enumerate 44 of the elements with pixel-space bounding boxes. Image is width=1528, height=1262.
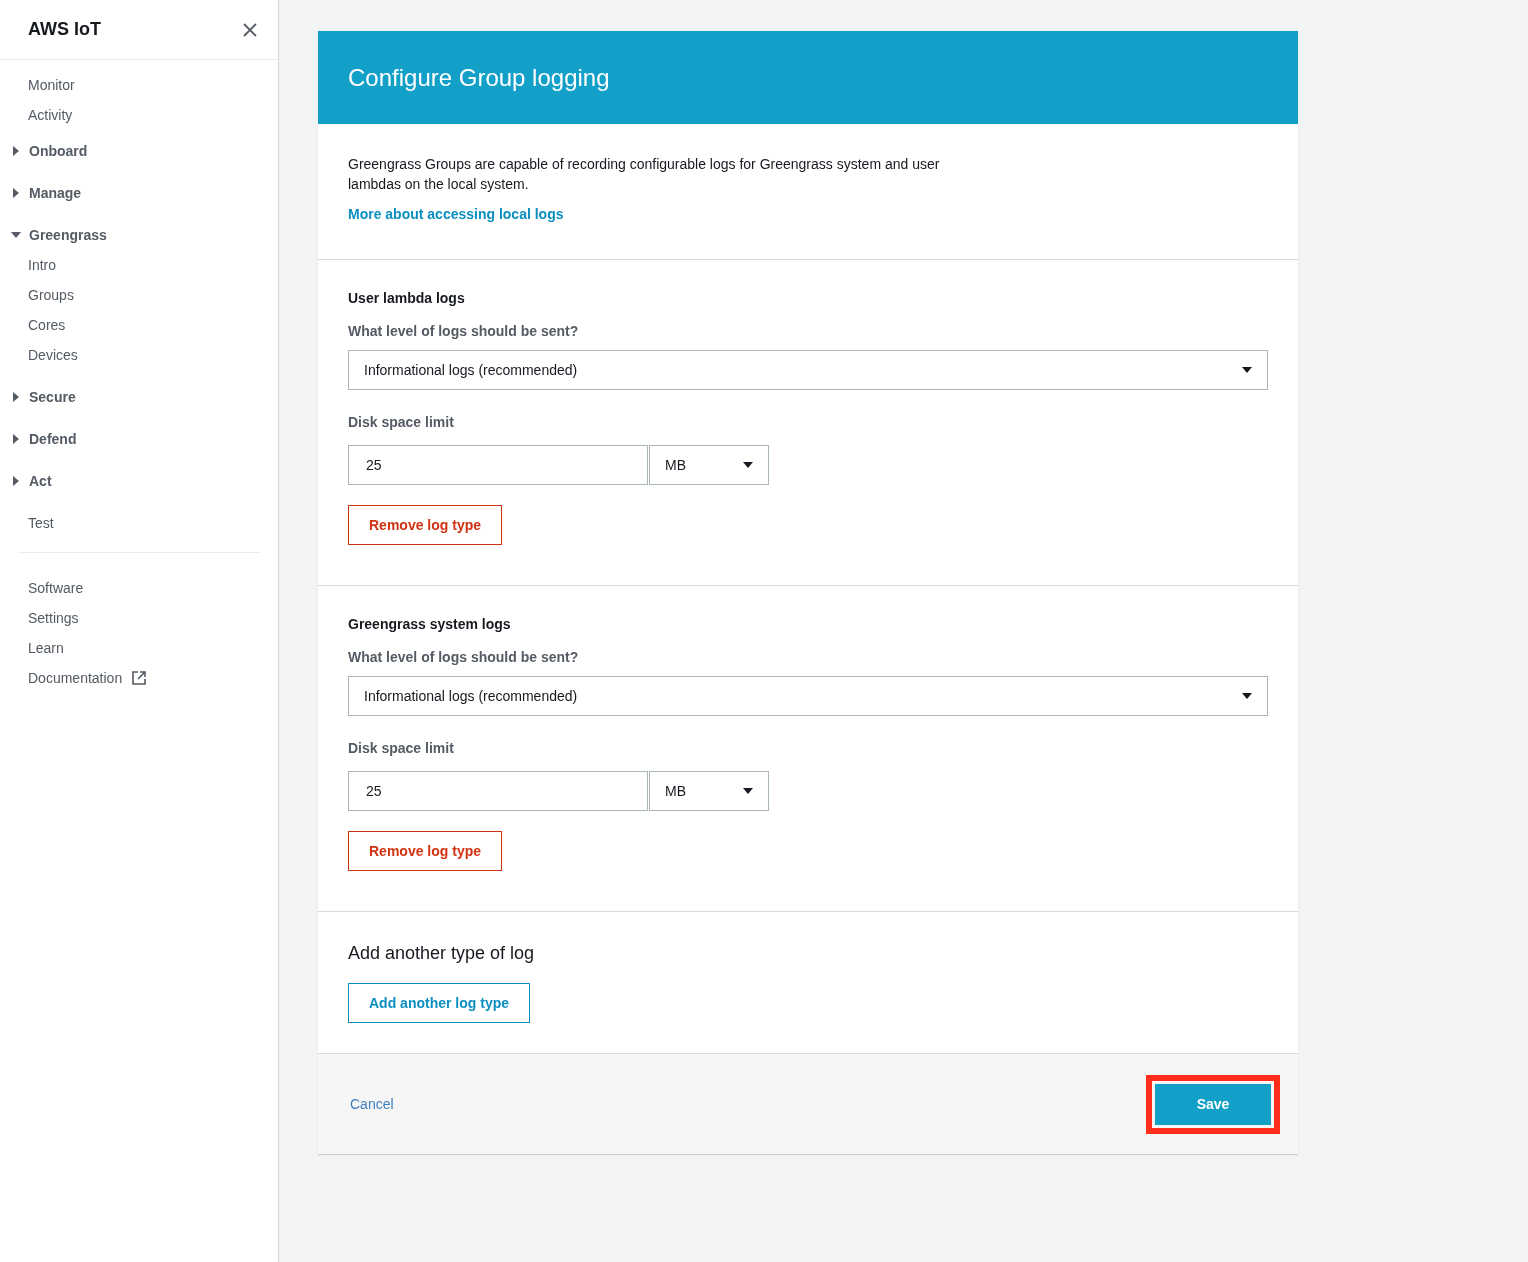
nav-group[interactable]: Onboard (29, 140, 88, 162)
close-icon[interactable] (242, 21, 258, 38)
add-log-type-button[interactable]: Add another log type (348, 983, 530, 1023)
nav-link[interactable]: Software (28, 577, 84, 599)
disk-limit-input[interactable]: 25 (348, 771, 648, 811)
nav-group[interactable]: Secure (29, 386, 76, 408)
dropdown-caret-icon (1242, 693, 1252, 699)
sidebar-title: AWS IoT (28, 18, 101, 41)
nav-group[interactable]: Greengrass (29, 224, 107, 246)
nav-group[interactable]: Manage (29, 182, 82, 204)
section-title: Greengrass system logs (348, 615, 512, 634)
description-text: Greengrass Groups are capable of recording configurable logs for Greengrass system and user lambdas on the local system. (348, 155, 941, 194)
section-heading: Add another type of log (348, 942, 536, 965)
log-level-select[interactable]: Informational logs (recommended) (348, 676, 1268, 716)
nav-group[interactable]: Act (29, 470, 52, 492)
disk-limit-input[interactable]: 25 (348, 445, 648, 485)
dropdown-caret-icon (743, 462, 753, 468)
log-level-select[interactable]: Informational logs (recommended) (348, 350, 1268, 390)
cancel-link[interactable]: Cancel (350, 1093, 394, 1115)
card-title: Configure Group logging (348, 62, 610, 93)
dropdown-caret-icon (743, 788, 753, 794)
section-title: User lambda logs (348, 289, 466, 308)
unit-select[interactable]: MB (649, 445, 769, 485)
nav-link[interactable]: Test (28, 512, 54, 534)
nav-link[interactable]: Settings (28, 607, 79, 629)
docs-link[interactable]: More about accessing local logs (348, 204, 564, 225)
nav-link[interactable]: Cores (28, 314, 66, 336)
nav-link[interactable]: Groups (28, 284, 74, 306)
nav-group[interactable]: Defend (29, 428, 77, 450)
field-label: What level of logs should be sent? (348, 648, 580, 667)
nav-link[interactable]: Learn (28, 637, 64, 659)
dropdown-caret-icon (1242, 367, 1252, 373)
field-label: What level of logs should be sent? (348, 322, 580, 341)
remove-log-type-button[interactable]: Remove log type (348, 505, 503, 545)
field-label: Disk space limit (348, 413, 455, 432)
remove-log-type-button[interactable]: Remove log type (348, 831, 503, 871)
nav-link[interactable]: Documentation (28, 667, 123, 689)
nav-link[interactable]: Intro (28, 254, 56, 276)
nav-link[interactable]: Activity (28, 104, 73, 126)
unit-select[interactable]: MB (649, 771, 769, 811)
nav-link[interactable]: Monitor (28, 74, 75, 96)
nav-link[interactable]: Devices (28, 344, 78, 366)
field-label: Disk space limit (348, 739, 455, 758)
external-link-icon (132, 671, 147, 685)
